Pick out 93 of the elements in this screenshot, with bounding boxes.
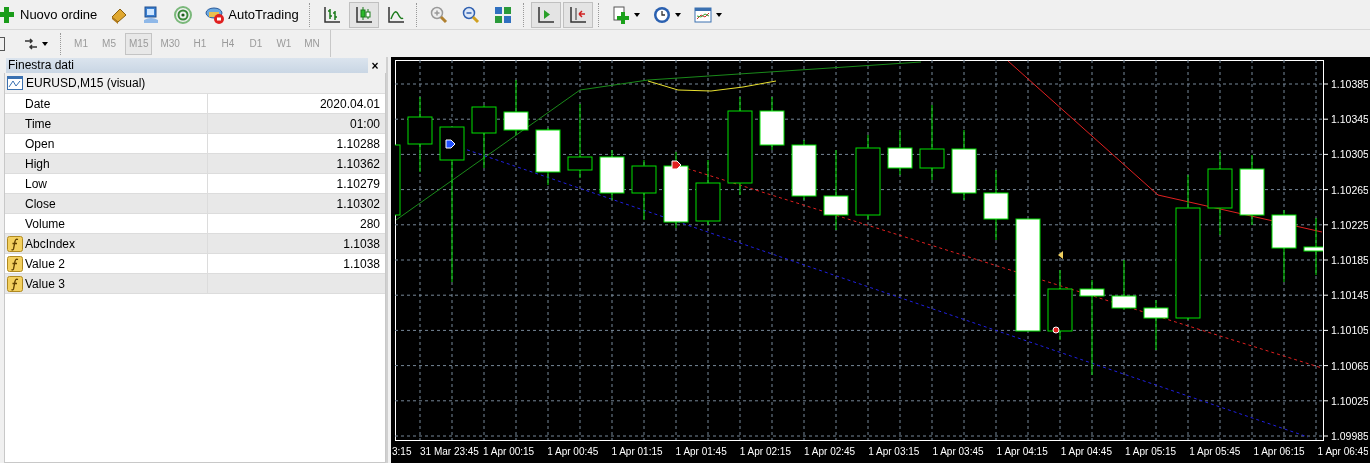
- time-label: 31 Mar 23:45: [420, 446, 479, 457]
- price-label: 1.10385: [1331, 78, 1368, 90]
- field-value: 1.10362: [336, 156, 380, 171]
- shift-chart-icon: [567, 4, 588, 25]
- arrow-marker: [445, 139, 456, 149]
- field-value: 1.1038: [343, 256, 380, 271]
- time-label: 1 Apr 04:45: [1060, 446, 1112, 457]
- template-icon: [692, 4, 713, 25]
- line-chart-icon: [385, 4, 406, 25]
- dot-marker: [1052, 326, 1060, 334]
- field-label: Low: [25, 176, 47, 191]
- zoom-in-icon: [428, 4, 449, 25]
- candle: [1303, 217, 1323, 276]
- candle: [791, 139, 817, 201]
- time-label: 1 Apr 03:15: [868, 446, 920, 457]
- panel-title: Finestra dati: [6, 58, 368, 73]
- field-label: High: [25, 156, 50, 171]
- time-label: 1 Apr 06:15: [1253, 446, 1305, 457]
- field-label: Value 3: [25, 276, 65, 291]
- candle: [395, 144, 401, 216]
- symbol-label: EURUSD,M15 (visual): [26, 76, 146, 90]
- arrows-icon: [23, 36, 39, 51]
- add-icon: [0, 4, 17, 25]
- time-label: 1 Apr 04:15: [996, 446, 1048, 457]
- toolbar-button[interactable]: [348, 1, 379, 28]
- candle: [1143, 299, 1169, 351]
- zoom-out-icon: [460, 4, 481, 25]
- candle: [1111, 259, 1137, 311]
- candle: [599, 149, 625, 201]
- price-label: 1.10025: [1331, 394, 1368, 407]
- toolbar-button[interactable]: [562, 1, 593, 28]
- toolbar-button[interactable]: Nuovo ordine: [0, 1, 103, 28]
- function-icon: [7, 235, 23, 252]
- price-label: 1.10225: [1331, 218, 1368, 231]
- price-label: 1.10185: [1331, 254, 1368, 266]
- field-value: 01:00: [349, 116, 380, 131]
- price-label: 1.10105: [1331, 324, 1368, 337]
- time-label: 1 Apr 02:45: [804, 446, 856, 457]
- field-label: Volume: [25, 216, 66, 231]
- add-chart-icon: [610, 4, 631, 25]
- time-label: 1 Apr 00:45: [547, 446, 599, 457]
- price-label: 1.10265: [1331, 183, 1368, 196]
- bar-chart-icon: [321, 4, 342, 25]
- field-value: 1.10279: [336, 176, 380, 191]
- field-value: 1.1038: [343, 236, 380, 251]
- candle: [951, 129, 977, 201]
- clock-icon: [651, 4, 672, 25]
- price-label: 1.10345: [1331, 113, 1368, 126]
- field-label: Value 2: [25, 256, 65, 271]
- play-chart-icon: [535, 4, 556, 25]
- signal-icon: [173, 4, 194, 25]
- candle: [759, 96, 785, 151]
- toolbar-button[interactable]: AutoTrading: [200, 1, 304, 28]
- time-label: 3:15: [392, 446, 412, 457]
- arrow-marker: [671, 160, 682, 170]
- price-label: 1.10145: [1331, 289, 1368, 302]
- grid-icon: [492, 4, 513, 25]
- candle: [1239, 154, 1265, 226]
- toolbar-button[interactable]: [530, 1, 561, 28]
- time-label: 1 Apr 02:15: [739, 446, 791, 457]
- price-label: 1.09985: [1331, 430, 1368, 442]
- candle: [535, 127, 561, 186]
- price-label: 1.10305: [1331, 148, 1368, 161]
- candle: [503, 79, 529, 136]
- time-label: 1 Apr 03:45: [932, 446, 984, 457]
- chart-window-icon: [7, 76, 23, 90]
- time-label: 1 Apr 00:15: [483, 446, 535, 457]
- candle: [887, 129, 913, 176]
- field-label: Time: [25, 116, 52, 131]
- time-label: 1 Apr 01:15: [611, 446, 663, 457]
- field-value: 2020.04.01: [319, 96, 380, 111]
- candlestick-icon: [353, 4, 374, 25]
- function-icon: [7, 275, 23, 292]
- candle: [1047, 269, 1073, 341]
- field-label: Date: [25, 96, 51, 111]
- field-label: Close: [25, 196, 56, 211]
- arrow-marker: [1058, 251, 1063, 259]
- field-value: 280: [359, 216, 380, 231]
- candle: [695, 159, 721, 226]
- candle: [631, 159, 657, 221]
- candle: [983, 169, 1009, 241]
- time-label: 1 Apr 05:15: [1125, 446, 1177, 457]
- candle: [471, 104, 497, 169]
- field-value: 1.10302: [336, 196, 380, 211]
- time-label: 1 Apr 06:45: [1317, 446, 1368, 457]
- function-icon: [7, 255, 23, 272]
- time-label: 1 Apr 05:45: [1189, 446, 1241, 457]
- cloud-icon: [205, 4, 226, 25]
- field-label: Open: [25, 136, 55, 151]
- field-value: 1.10288: [336, 136, 380, 151]
- price-label: 1.10065: [1331, 359, 1368, 372]
- time-label: 1 Apr 01:45: [675, 446, 727, 457]
- field-label: AbcIndex: [25, 236, 76, 251]
